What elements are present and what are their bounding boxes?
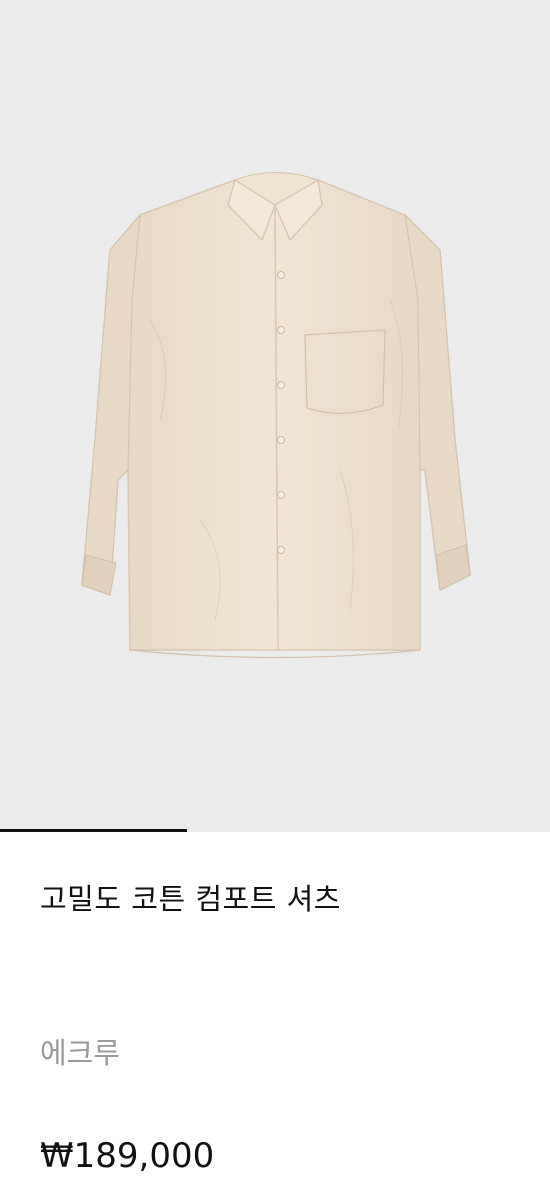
product-color-name: 에크루	[40, 1036, 121, 1070]
shirt-product-image	[81, 172, 471, 659]
gallery-progress-bar	[0, 829, 550, 832]
product-name: 고밀도 코튼 컴포트 셔츠	[40, 882, 341, 916]
product-price: ₩189,000	[40, 1136, 215, 1176]
product-detail-page: 고밀도 코튼 컴포트 셔츠 에크루 ₩189,000	[0, 0, 550, 1200]
gallery-progress-indicator	[0, 829, 187, 832]
product-image-gallery[interactable]	[0, 0, 550, 832]
